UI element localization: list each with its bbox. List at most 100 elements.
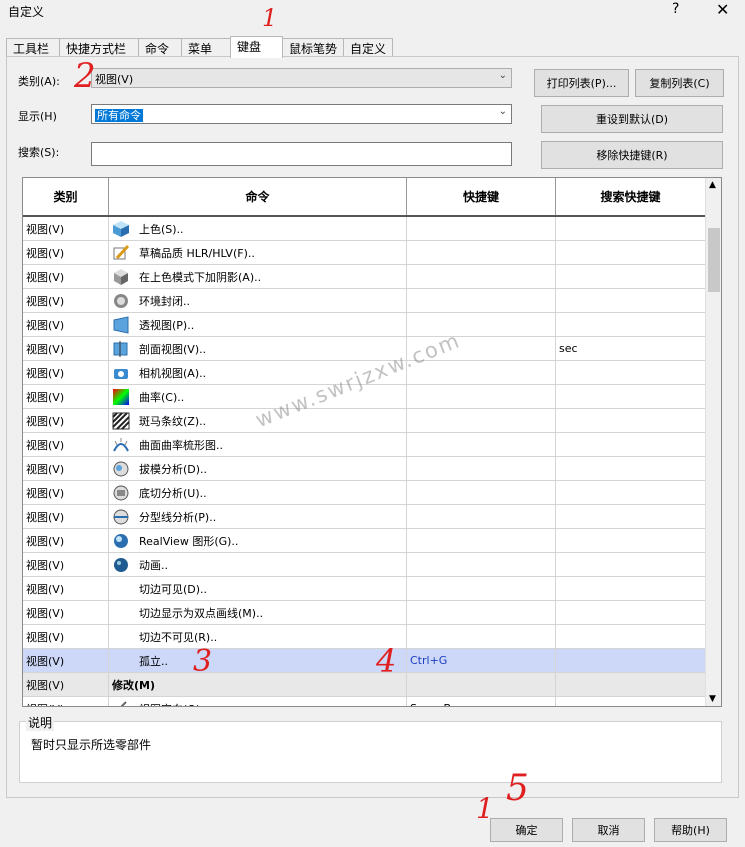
table-row[interactable]: 视图(V) 上色(S).. (23, 217, 706, 241)
category-cell: 视图(V) (23, 433, 109, 456)
search-shortcut-cell[interactable] (556, 433, 706, 456)
shortcut-cell[interactable] (407, 385, 556, 408)
scroll-up-icon[interactable]: ▲ (709, 180, 716, 190)
show-value: 所有命令 (95, 109, 143, 122)
shortcut-cell[interactable]: SpaceBar (407, 697, 556, 706)
ok-button[interactable]: 确定 (490, 818, 563, 842)
table-row[interactable]: 视图(V) 透视图(P).. (23, 313, 706, 337)
tab-menus[interactable]: 菜单 (181, 38, 231, 56)
show-dropdown[interactable]: 所有命令 ⌄ (91, 104, 512, 124)
shortcut-cell[interactable] (407, 529, 556, 552)
column-header-category[interactable]: 类别 (23, 178, 109, 215)
scroll-down-icon[interactable]: ▼ (709, 694, 716, 704)
reset-default-button[interactable]: 重设到默认(D) (541, 105, 723, 133)
table-row[interactable]: 视图(V) 底切分析(U).. (23, 481, 706, 505)
category-cell: 视图(V) (23, 241, 109, 264)
table-row[interactable]: 视图(V) 曲面曲率梳形图.. (23, 433, 706, 457)
shortcut-cell[interactable] (407, 457, 556, 480)
shaded-cube-icon (112, 220, 130, 238)
command-label: 曲率(C).. (139, 390, 185, 404)
command-label: 分型线分析(P).. (139, 510, 217, 524)
column-header-shortcut[interactable]: 快捷键 (407, 178, 556, 215)
shortcut-cell[interactable] (407, 553, 556, 576)
table-row[interactable]: 视图(V) 斑马条纹(Z).. (23, 409, 706, 433)
search-shortcut-cell[interactable] (556, 577, 706, 600)
shortcut-cell[interactable] (407, 505, 556, 528)
command-cell: 在上色模式下加阴影(A).. (109, 265, 407, 288)
search-shortcut-cell[interactable] (556, 409, 706, 432)
column-header-search-shortcut[interactable]: 搜索快捷键 (556, 178, 706, 215)
vertical-scrollbar[interactable]: ▲ ▼ (705, 178, 721, 706)
shortcut-cell[interactable] (407, 625, 556, 648)
shortcut-cell[interactable] (407, 313, 556, 336)
search-shortcut-cell[interactable]: sec (556, 337, 706, 360)
tab-keyboard[interactable]: 键盘 (230, 36, 283, 58)
tab-toolbars[interactable]: 工具栏 (6, 38, 60, 56)
shortcut-cell[interactable] (407, 289, 556, 312)
search-shortcut-cell[interactable] (556, 673, 706, 696)
table-row[interactable]: 视图(V) 分型线分析(P).. (23, 505, 706, 529)
shortcut-cell[interactable] (407, 217, 556, 240)
search-shortcut-cell[interactable] (556, 217, 706, 240)
shortcut-cell[interactable] (407, 433, 556, 456)
help-icon[interactable]: ? (672, 1, 679, 17)
table-row[interactable]: 视图(V) 孤立.. Ctrl+G (23, 649, 706, 673)
table-row[interactable]: 视图(V) 动画.. (23, 553, 706, 577)
search-shortcut-cell[interactable] (556, 313, 706, 336)
table-row[interactable]: 视图(V) 切边显示为双点画线(M).. (23, 601, 706, 625)
search-shortcut-cell[interactable] (556, 625, 706, 648)
search-shortcut-cell[interactable] (556, 385, 706, 408)
search-shortcut-cell[interactable] (556, 553, 706, 576)
table-row[interactable]: 视图(V) 在上色模式下加阴影(A).. (23, 265, 706, 289)
tab-commands[interactable]: 命令 (138, 38, 182, 56)
search-shortcut-cell[interactable] (556, 697, 706, 706)
search-input[interactable] (91, 142, 512, 166)
shortcut-cell[interactable]: Ctrl+G (407, 649, 556, 672)
shortcut-cell[interactable] (407, 601, 556, 624)
close-icon[interactable]: ✕ (716, 0, 729, 19)
shortcut-cell[interactable] (407, 361, 556, 384)
command-cell: 上色(S).. (109, 217, 407, 240)
shortcut-cell[interactable] (407, 409, 556, 432)
remove-shortcut-button[interactable]: 移除快捷键(R) (541, 141, 723, 169)
table-row[interactable]: 视图(V) 视图定向(O).. SpaceBar (23, 697, 706, 706)
table-row[interactable]: 视图(V) 拔模分析(D).. (23, 457, 706, 481)
search-shortcut-cell[interactable] (556, 241, 706, 264)
shortcut-cell[interactable] (407, 241, 556, 264)
command-label: 相机视图(A).. (139, 366, 207, 380)
table-row[interactable]: 视图(V) 草稿品质 HLR/HLV(F).. (23, 241, 706, 265)
table-row[interactable]: 视图(V) 环境封闭.. (23, 289, 706, 313)
search-shortcut-cell[interactable] (556, 481, 706, 504)
table-row[interactable]: 视图(V) 切边可见(D).. (23, 577, 706, 601)
table-row[interactable]: 视图(V) 切边不可见(R).. (23, 625, 706, 649)
search-shortcut-cell[interactable] (556, 505, 706, 528)
scroll-thumb[interactable] (708, 228, 720, 292)
print-list-button[interactable]: 打印列表(P)... (534, 69, 629, 97)
table-row[interactable]: 视图(V) 剖面视图(V).. sec (23, 337, 706, 361)
shortcut-cell[interactable] (407, 265, 556, 288)
tab-customize[interactable]: 自定义 (343, 38, 393, 56)
shortcut-cell[interactable] (407, 481, 556, 504)
tab-shortcut-bars[interactable]: 快捷方式栏 (59, 38, 139, 56)
help-button[interactable]: 帮助(H) (654, 818, 727, 842)
animation-icon (112, 556, 130, 574)
search-shortcut-cell[interactable] (556, 265, 706, 288)
annotation-2: 2 (74, 56, 96, 96)
shortcut-cell[interactable] (407, 577, 556, 600)
table-row[interactable]: 视图(V) 修改(M) (23, 673, 706, 697)
search-shortcut-cell[interactable] (556, 649, 706, 672)
search-shortcut-cell[interactable] (556, 289, 706, 312)
column-header-command[interactable]: 命令 (109, 178, 407, 215)
command-label: 草稿品质 HLR/HLV(F).. (139, 246, 255, 260)
cancel-button[interactable]: 取消 (572, 818, 645, 842)
table-row[interactable]: 视图(V) RealView 图形(G).. (23, 529, 706, 553)
search-shortcut-cell[interactable] (556, 361, 706, 384)
shortcut-cell[interactable] (407, 673, 556, 696)
category-dropdown[interactable]: 视图(V) ⌄ (91, 68, 512, 88)
category-label: 类别(A): (18, 75, 60, 88)
search-shortcut-cell[interactable] (556, 457, 706, 480)
search-shortcut-cell[interactable] (556, 601, 706, 624)
copy-list-button[interactable]: 复制列表(C) (635, 69, 724, 97)
search-shortcut-cell[interactable] (556, 529, 706, 552)
tab-mouse-gestures[interactable]: 鼠标笔势 (282, 38, 344, 56)
